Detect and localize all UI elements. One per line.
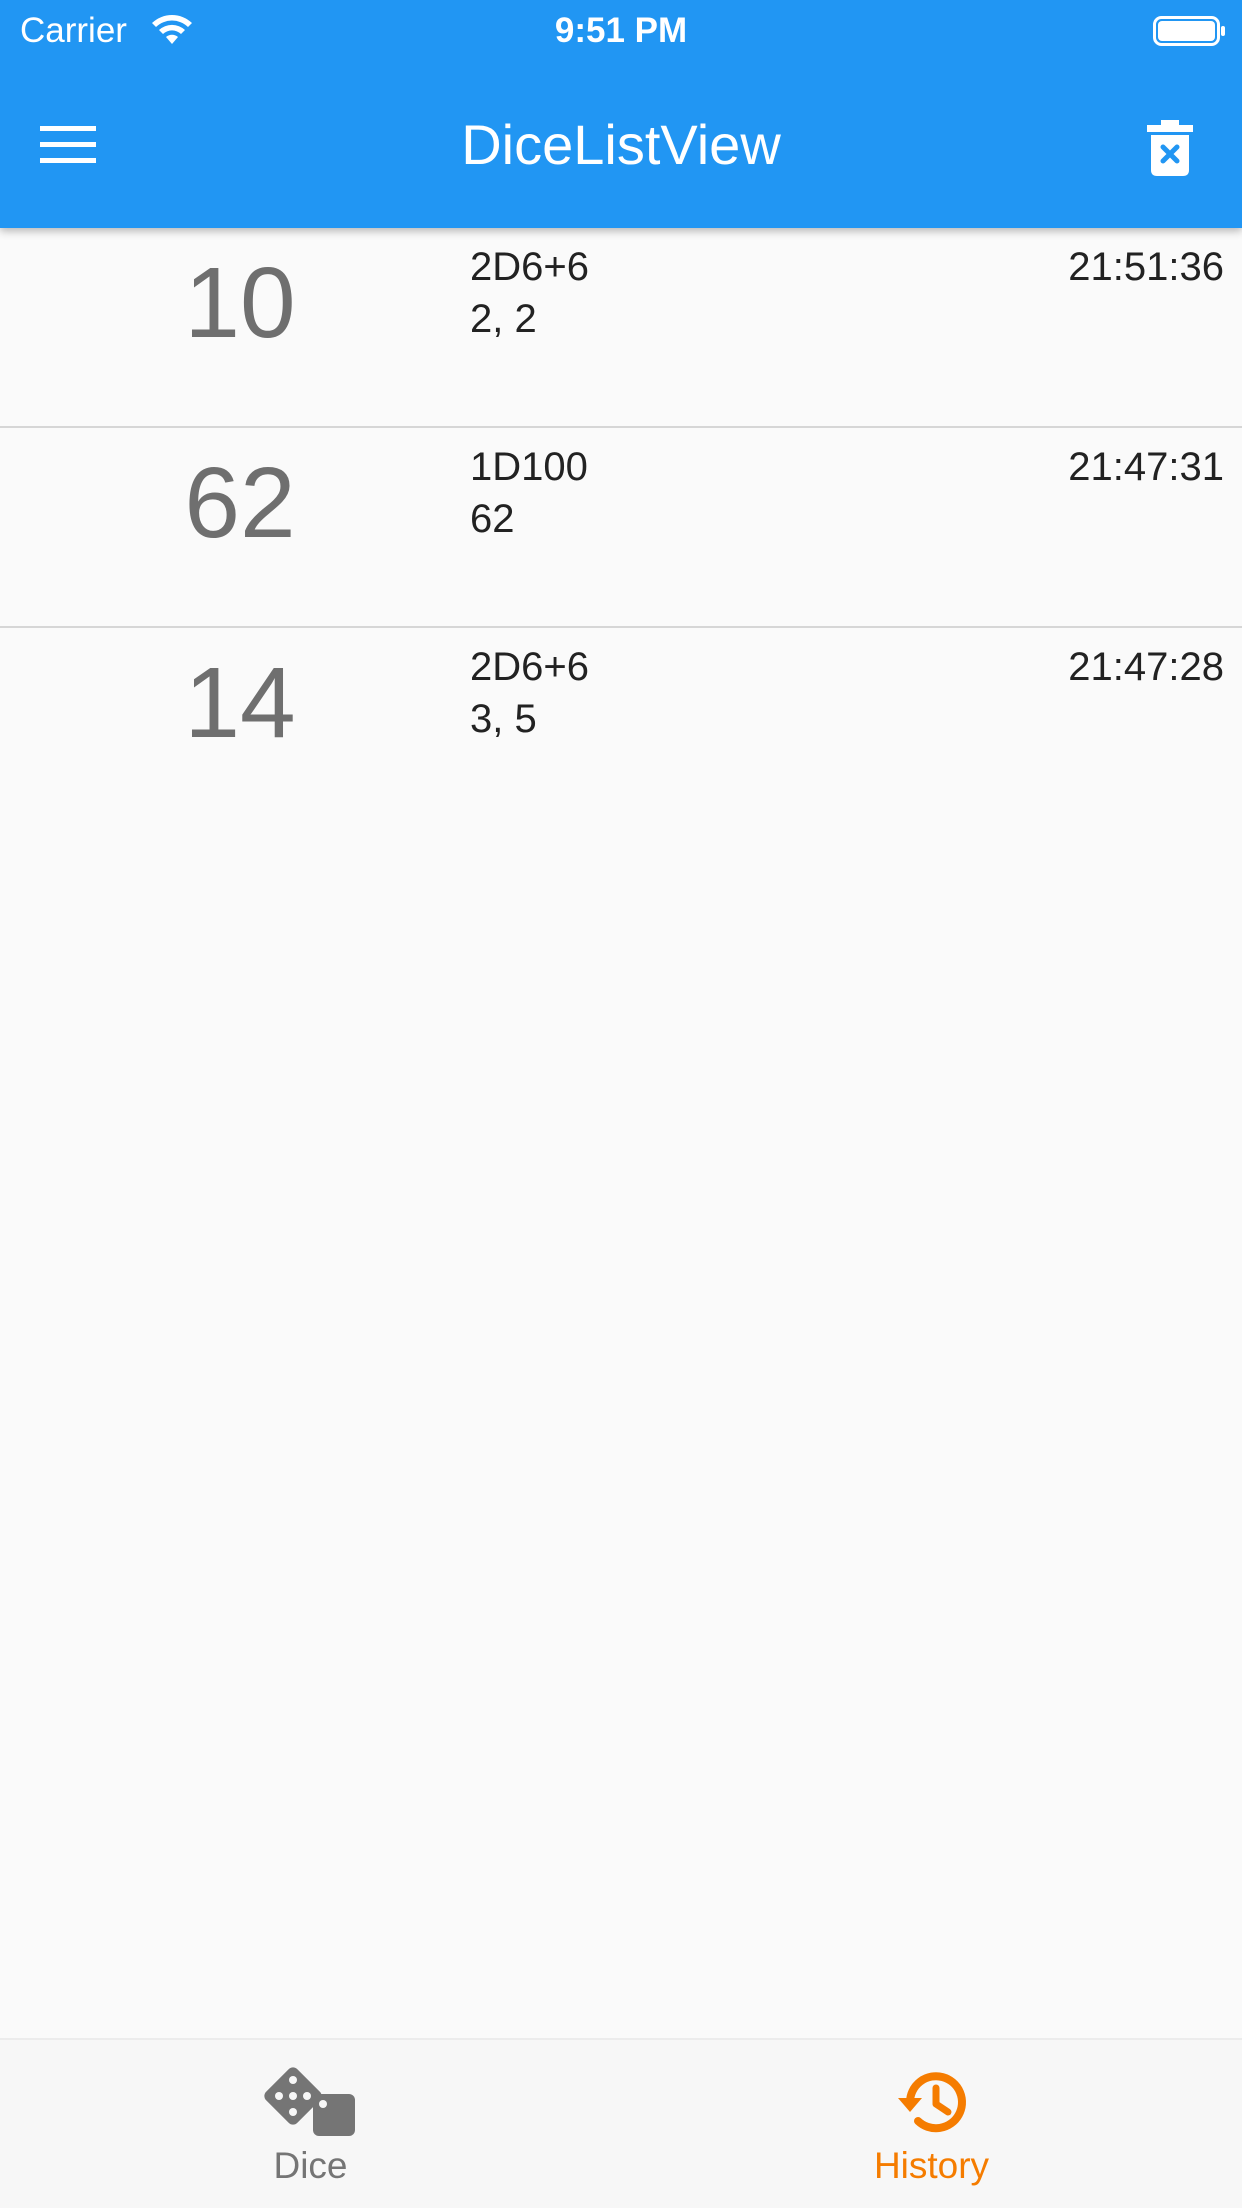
battery-icon bbox=[1153, 16, 1225, 46]
roll-total: 62 bbox=[184, 447, 296, 559]
history-list: 10 2D6+6 2, 2 21:51:36 62 1D100 62 21:47… bbox=[0, 228, 1242, 828]
tab-dice-icon-wrap bbox=[0, 2064, 621, 2144]
roll-values: 3, 5 bbox=[470, 697, 537, 741]
roll-values: 62 bbox=[470, 497, 515, 541]
roll-total: 14 bbox=[184, 647, 296, 759]
page-title: DiceListView bbox=[461, 113, 781, 176]
app-bar: Carrier 9:51 PM DiceListView bbox=[0, 0, 1242, 228]
history-icon bbox=[897, 2072, 966, 2133]
roll-time: 21:51:36 bbox=[1068, 245, 1224, 289]
roll-expression: 2D6+6 bbox=[470, 245, 589, 289]
status-time: 9:51 PM bbox=[554, 11, 688, 50]
tab-dice-label: Dice bbox=[273, 2145, 348, 2186]
dice-icon bbox=[263, 2067, 355, 2136]
tab-history-icon-wrap bbox=[621, 2064, 1242, 2144]
roll-time: 21:47:31 bbox=[1068, 445, 1224, 489]
roll-expression: 2D6+6 bbox=[470, 645, 589, 689]
status-bar: Carrier 9:51 PM bbox=[0, 0, 1242, 62]
roll-total: 10 bbox=[184, 247, 296, 359]
roll-values: 2, 2 bbox=[470, 297, 537, 341]
tab-history-label: History bbox=[873, 2145, 990, 2186]
tab-dice[interactable]: Dice bbox=[0, 2040, 621, 2208]
delete-trash-icon bbox=[1147, 120, 1193, 176]
roll-time: 21:47:28 bbox=[1068, 645, 1224, 689]
roll-expression: 1D100 bbox=[470, 445, 588, 489]
history-row[interactable]: 10 2D6+6 2, 2 21:51:36 bbox=[0, 228, 1242, 428]
bottom-navigation: Dice History bbox=[0, 2038, 1242, 2208]
tab-history[interactable]: History bbox=[621, 2040, 1242, 2208]
clear-history-button[interactable] bbox=[1130, 108, 1210, 188]
history-row[interactable]: 14 2D6+6 3, 5 21:47:28 bbox=[0, 628, 1242, 828]
history-row[interactable]: 62 1D100 62 21:47:31 bbox=[0, 428, 1242, 628]
